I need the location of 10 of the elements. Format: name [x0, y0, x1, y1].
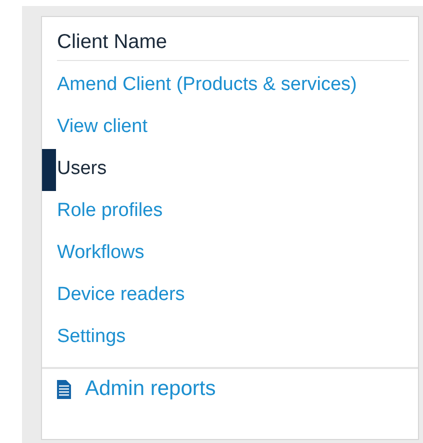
menu-link[interactable]: Role profiles — [56, 191, 418, 233]
menu-link[interactable]: Device readers — [56, 275, 418, 317]
document-icon — [57, 380, 71, 398]
menu-link[interactable]: Amend Client (Products & services) — [56, 65, 418, 107]
menu-link[interactable]: Users — [42, 149, 418, 191]
menu-link[interactable]: Workflows — [56, 233, 418, 275]
menu-link[interactable]: Settings — [56, 317, 418, 359]
menu-link[interactable]: View client — [56, 107, 418, 149]
panel-title: Client Name — [57, 17, 409, 61]
admin-reports-link[interactable]: Admin reports — [85, 377, 216, 401]
